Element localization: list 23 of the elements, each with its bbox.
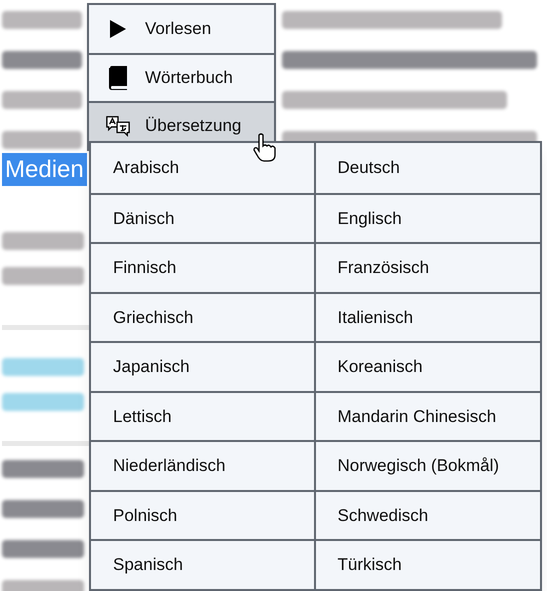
language-item[interactable]: Türkisch (316, 539, 540, 588)
language-item[interactable]: Lettisch (91, 390, 316, 440)
menu-item[interactable]: Wörterbuch (89, 53, 274, 101)
language-item[interactable]: Dänisch (91, 192, 316, 242)
language-item[interactable]: Polnisch (91, 490, 316, 539)
menu-item[interactable]: Vorlesen (89, 5, 274, 53)
language-item[interactable]: Italienisch (316, 292, 540, 341)
book-icon (108, 65, 128, 91)
language-item[interactable]: Deutsch (316, 143, 540, 192)
language-item[interactable]: Schwedisch (316, 490, 540, 539)
language-item[interactable]: Norwegisch (Bokmål) (316, 440, 540, 490)
language-item[interactable]: Finnisch (91, 242, 316, 292)
play-icon (109, 19, 127, 39)
language-item[interactable]: Spanisch (91, 539, 316, 588)
language-item[interactable]: Französisch (316, 242, 540, 292)
language-item[interactable]: Mandarin Chinesisch (316, 390, 540, 440)
language-item[interactable]: Englisch (316, 192, 540, 242)
language-item[interactable]: Niederländisch (91, 440, 316, 490)
language-item[interactable]: Koreanisch (316, 341, 540, 390)
translate-icon (105, 114, 131, 138)
selected-text: Medien (2, 153, 87, 186)
language-item[interactable]: Japanisch (91, 341, 316, 390)
language-item[interactable]: Griechisch (91, 292, 316, 341)
